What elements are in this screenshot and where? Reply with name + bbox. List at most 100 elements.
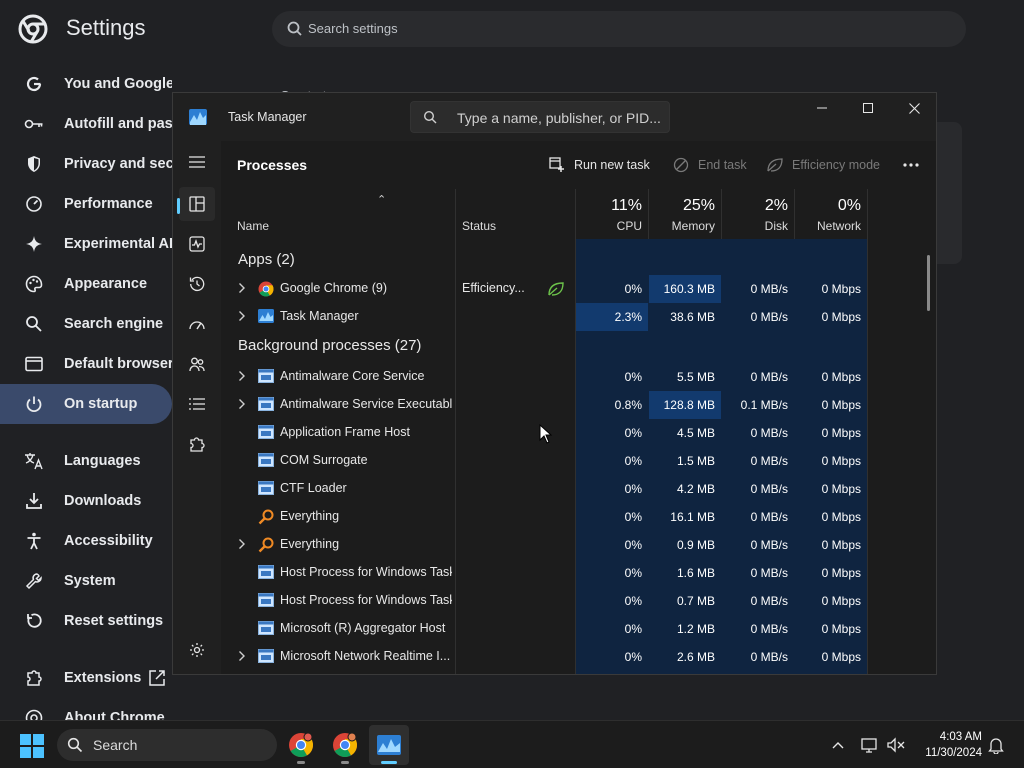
process-row[interactable]: Host Process for Windows Tasks 0% 0.7 MB 0 … xyxy=(221,587,936,615)
nav-performance-button[interactable] xyxy=(179,227,215,261)
chevron-right-icon[interactable] xyxy=(238,538,248,552)
speaker-muted-icon xyxy=(887,737,905,753)
end-task-button[interactable]: End task xyxy=(672,151,747,179)
process-row[interactable]: COM Surrogate 0% 1.5 MB 0 MB/s 0 Mbps xyxy=(221,447,936,475)
process-row[interactable]: Google Chrome (9) Efficiency... 0% 160.3 MB… xyxy=(221,275,936,303)
process-row[interactable]: Antimalware Service Executable 0.8% 128.8 … xyxy=(221,391,936,419)
nav-settings-button[interactable] xyxy=(179,633,215,667)
sidebar-item-default-browser[interactable]: Default browser xyxy=(0,344,172,384)
notifications-button[interactable] xyxy=(986,735,1006,755)
column-header-memory[interactable]: 25% Memory xyxy=(649,189,721,239)
network-cell: 0 Mbps xyxy=(821,510,861,524)
network-cell: 0 Mbps xyxy=(821,650,861,664)
process-row[interactable]: Antimalware Core Service 0% 5.5 MB 0 MB/s 0 … xyxy=(221,363,936,391)
column-header-cpu[interactable]: 11% CPU xyxy=(576,189,648,239)
efficiency-mode-button[interactable]: Efficiency mode xyxy=(766,151,880,179)
process-name: Antimalware Service Executable xyxy=(280,397,452,411)
history-icon xyxy=(189,276,205,292)
sidebar-item-search-engine[interactable]: Search engine xyxy=(0,304,172,344)
cpu-cell: 0% xyxy=(624,454,642,468)
process-row[interactable]: CTF Loader 0% 4.2 MB 0 MB/s 0 Mbps xyxy=(221,475,936,503)
nav-app-history-button[interactable] xyxy=(179,267,215,301)
sidebar-item-experimental-ai[interactable]: Experimental AI xyxy=(0,224,172,264)
process-row[interactable]: Host Process for Windows Tasks 0% 1.6 MB 0 … xyxy=(221,559,936,587)
running-indicator xyxy=(341,761,349,764)
nav-processes-button[interactable] xyxy=(179,187,215,221)
sparkle-icon xyxy=(24,234,44,254)
process-row[interactable]: Task Manager 2.3% 38.6 MB 0 MB/s 0 Mbps xyxy=(221,303,936,331)
maximize-button[interactable] xyxy=(845,93,891,123)
sidebar-item-appearance[interactable]: Appearance xyxy=(0,264,172,304)
chevron-right-icon[interactable] xyxy=(238,370,248,384)
close-button[interactable] xyxy=(891,93,936,123)
sidebar-item-autofill[interactable]: Autofill and passwords xyxy=(0,104,172,144)
hamburger-menu-button[interactable] xyxy=(179,145,215,179)
sort-ascending-icon: ⌃ xyxy=(377,194,387,206)
chevron-right-icon[interactable] xyxy=(238,310,248,324)
group-header-background-processes[interactable]: Background processes (27) xyxy=(221,333,936,361)
process-row[interactable]: Application Frame Host 0% 4.5 MB 0 MB/s 0 Mb… xyxy=(221,419,936,447)
chevron-right-icon[interactable] xyxy=(238,282,248,296)
process-row[interactable]: Everything 0% 16.1 MB 0 MB/s 0 Mbps xyxy=(221,503,936,531)
show-hidden-icons-button[interactable] xyxy=(828,735,848,755)
taskbar-chrome-1[interactable] xyxy=(281,725,321,765)
run-new-task-button[interactable]: Run new task xyxy=(548,151,650,179)
more-options-button[interactable] xyxy=(899,151,923,179)
settings-search-input[interactable]: Search settings xyxy=(272,11,966,47)
window-app-icon xyxy=(258,453,274,469)
sidebar-item-on-startup[interactable]: On startup xyxy=(0,384,172,424)
memory-cell: 4.5 MB xyxy=(676,426,715,440)
nav-users-button[interactable] xyxy=(179,347,215,381)
memory-cell: 16.1 MB xyxy=(670,510,715,524)
sidebar-item-languages[interactable]: Languages xyxy=(0,441,172,481)
nav-details-button[interactable] xyxy=(179,387,215,421)
cpu-cell: 0% xyxy=(624,538,642,552)
sidebar-item-extensions[interactable]: Extensions xyxy=(0,658,172,698)
taskbar-chrome-2[interactable] xyxy=(325,725,365,765)
sidebar-item-reset-settings[interactable]: Reset settings xyxy=(0,601,172,641)
process-name: Google Chrome (9) xyxy=(280,281,387,295)
network-tray-button[interactable] xyxy=(860,735,880,755)
chevron-right-icon[interactable] xyxy=(238,398,248,412)
column-header-disk[interactable]: 2% Disk xyxy=(722,189,794,239)
group-label: Background processes (27) xyxy=(238,337,422,354)
column-header-network[interactable]: 0% Network xyxy=(795,189,867,239)
power-icon xyxy=(24,394,44,414)
sidebar-item-you-and-google[interactable]: You and Google xyxy=(0,64,172,104)
window-app-icon xyxy=(258,397,274,413)
settings-search-placeholder: Search settings xyxy=(308,21,398,36)
performance-icon xyxy=(189,236,205,252)
sidebar-item-system[interactable]: System xyxy=(0,561,172,601)
process-row[interactable]: Everything 0% 0.9 MB 0 MB/s 0 Mbps xyxy=(221,531,936,559)
task-manager-icon xyxy=(377,735,401,755)
sidebar-item-downloads[interactable]: Downloads xyxy=(0,481,172,521)
memory-total: 25% xyxy=(682,197,715,214)
bell-icon xyxy=(988,738,1004,754)
process-row[interactable]: Microsoft Network Realtime I... 0% 2.6 MB 0… xyxy=(221,643,936,671)
sidebar-item-privacy[interactable]: Privacy and security xyxy=(0,144,172,184)
column-header-status[interactable]: Status xyxy=(462,219,496,233)
chevron-right-icon[interactable] xyxy=(238,650,248,664)
taskbar-search-box[interactable]: Search xyxy=(57,729,277,761)
volume-tray-button[interactable] xyxy=(886,735,906,755)
chrome-logo-icon xyxy=(18,14,48,44)
start-button[interactable] xyxy=(20,734,44,758)
process-search-input[interactable]: Type a name, publisher, or PID... xyxy=(410,101,670,133)
vertical-scrollbar[interactable] xyxy=(927,255,930,311)
title-bar[interactable]: Task Manager Type a name, publisher, or … xyxy=(173,93,936,141)
disk-cell: 0 MB/s xyxy=(750,482,788,496)
cpu-cell: 0% xyxy=(624,566,642,580)
sidebar-item-performance[interactable]: Performance xyxy=(0,184,172,224)
sidebar-item-label: Downloads xyxy=(64,493,142,509)
group-header-apps[interactable]: Apps (2) xyxy=(221,247,936,275)
chrome-icon xyxy=(258,281,274,297)
process-row[interactable]: Microsoft (R) Aggregator Host 0% 1.2 MB 0 M… xyxy=(221,615,936,643)
nav-startup-apps-button[interactable] xyxy=(179,307,215,341)
sidebar-item-accessibility[interactable]: Accessibility xyxy=(0,521,172,561)
taskbar-clock[interactable]: 4:03 AM 11/30/2024 xyxy=(910,729,982,761)
taskbar-task-manager[interactable] xyxy=(369,725,409,765)
nav-services-button[interactable] xyxy=(179,427,215,461)
column-header-name[interactable]: Name xyxy=(237,219,269,233)
sidebar-item-label: Reset settings xyxy=(64,613,164,629)
minimize-button[interactable] xyxy=(799,93,845,123)
